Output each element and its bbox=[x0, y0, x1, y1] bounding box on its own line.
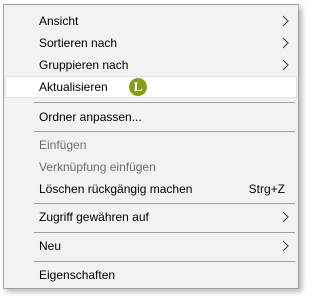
menu-item-label: Ansicht bbox=[39, 14, 79, 28]
menu-item-label: Sortieren nach bbox=[39, 36, 118, 50]
separator bbox=[34, 102, 295, 103]
chevron-right-icon bbox=[282, 211, 289, 223]
menu-item-ordner-anpassen[interactable]: Ordner anpassen... bbox=[5, 106, 297, 128]
chevron-right-icon bbox=[282, 59, 289, 71]
l-badge-icon: L bbox=[129, 78, 147, 96]
menu-item-gruppieren-nach[interactable]: Gruppieren nach bbox=[5, 54, 297, 76]
menu-item-label: Verknüpfung einfügen bbox=[39, 160, 156, 174]
chevron-right-icon bbox=[282, 240, 289, 252]
menu-item-label: Zugriff gewähren auf bbox=[39, 210, 149, 224]
menu-item-label: Neu bbox=[39, 239, 62, 253]
menu-item-eigenschaften[interactable]: Eigenschaften bbox=[5, 264, 297, 286]
menu-item-verknuepfung-einfuegen: Verknüpfung einfügen bbox=[5, 156, 297, 178]
menu-item-label: Löschen rückgängig machen bbox=[39, 182, 193, 196]
menu-item-ansicht[interactable]: Ansicht bbox=[5, 10, 297, 32]
menu-item-label: Gruppieren nach bbox=[39, 58, 129, 72]
separator bbox=[34, 203, 295, 204]
menu-item-einfuegen: Einfügen bbox=[5, 134, 297, 156]
chevron-right-icon bbox=[282, 15, 289, 27]
menu-item-zugriff-gewaehren-auf[interactable]: Zugriff gewähren auf bbox=[5, 206, 297, 228]
context-menu: Ansicht Sortieren nach Gruppieren nach A… bbox=[3, 4, 299, 289]
menu-item-label: Aktualisieren bbox=[39, 80, 108, 94]
separator bbox=[34, 261, 295, 262]
menu-item-loeschen-rueckgaengig[interactable]: Löschen rückgängig machen Strg+Z bbox=[5, 178, 297, 200]
separator bbox=[34, 232, 295, 233]
menu-item-sortieren-nach[interactable]: Sortieren nach bbox=[5, 32, 297, 54]
menu-item-label: Ordner anpassen... bbox=[39, 110, 142, 124]
chevron-right-icon bbox=[282, 37, 289, 49]
menu-item-aktualisieren[interactable]: Aktualisieren L bbox=[5, 76, 297, 98]
menu-item-label: Eigenschaften bbox=[39, 268, 116, 282]
shortcut-label: Strg+Z bbox=[248, 182, 285, 196]
menu-item-neu[interactable]: Neu bbox=[5, 235, 297, 257]
separator bbox=[34, 131, 295, 132]
menu-item-label: Einfügen bbox=[39, 138, 87, 152]
